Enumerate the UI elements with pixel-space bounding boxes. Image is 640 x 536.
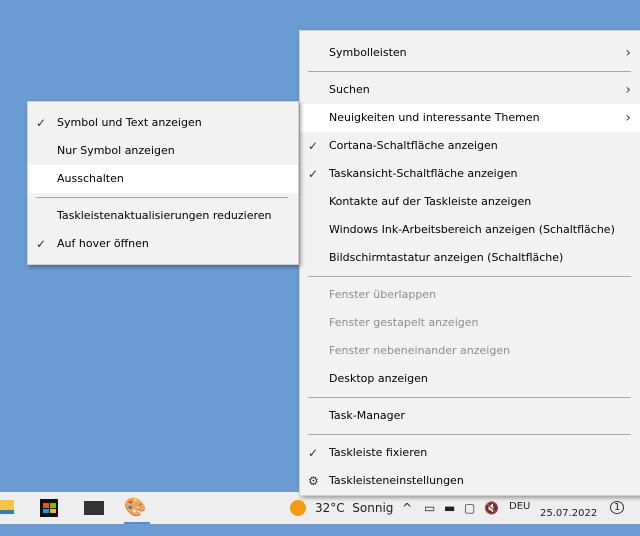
menu-item-fenster-gestapelt-anzeigen: Fenster gestapelt anzeigen [300,309,640,337]
checkmark-icon: ✓ [308,139,319,153]
menu-item-label: Fenster überlappen [329,288,437,301]
news-submenu: ✓ Symbol und Text anzeigen Nur Symbol anze… [27,101,299,265]
menu-item-label: Bildschirmtastatur anzeigen (Schaltfläch… [329,251,564,264]
menu-item-auf-hover-öffnen[interactable]: ✓ Auf hover öffnen [28,230,298,258]
menu-item-label: Kontakte auf der Taskleiste anzeigen [329,195,532,208]
menu-item-fenster-überlappen: Fenster überlappen [300,281,640,309]
menu-item-taskleiste-fixieren[interactable]: ✓ Taskleiste fixieren [300,439,640,467]
weather-sun-icon[interactable] [290,492,306,524]
menu-item-label: Fenster gestapelt anzeigen [329,316,479,329]
menu-divider [308,71,631,72]
date[interactable]: 25.07.2022 [540,492,597,524]
menu-item-taskansicht-schaltfläche-anzeigen[interactable]: ✓ Taskansicht-Schaltfläche anzeigen [300,160,640,188]
menu-item-label: Ausschalten [57,172,124,185]
menu-item-label: Auf hover öffnen [57,237,149,250]
notification-icon[interactable]: 1 [604,492,625,524]
menu-item-label: Taskleisteneinstellungen [329,474,464,487]
menu-item-symbolleisten[interactable]: Symbolleisten › [300,39,640,67]
checkmark-icon: ✓ [308,446,319,460]
battery-icon[interactable]: ▬ [444,492,455,524]
menu-item-ausschalten[interactable]: Ausschalten [28,165,298,193]
menu-item-neuigkeiten-und-interessante-themen[interactable]: Neuigkeiten und interessante Themen › [300,104,640,132]
store-icon[interactable] [40,492,60,524]
menu-item-label: Cortana-Schaltfläche anzeigen [329,139,498,152]
menu-item-label: Neuigkeiten und interessante Themen [329,111,540,124]
file-explorer-icon[interactable] [0,492,16,524]
chevron-right-icon: › [625,110,631,126]
taskbar: 🎨 32°C Sonnig ^ ▭ ▬ ▢ 🔇 DEU 25.07.2022 1 [0,492,640,524]
chevron-up-icon[interactable]: ^ [402,492,412,524]
menu-item-nur-symbol-anzeigen[interactable]: Nur Symbol anzeigen [28,137,298,165]
checkmark-icon: ✓ [308,167,319,181]
menu-item-task-manager[interactable]: Task-Manager [300,402,640,430]
menu-item-desktop-anzeigen[interactable]: Desktop anzeigen [300,365,640,393]
mail-icon[interactable] [84,492,106,524]
menu-item-label: Symbolleisten [329,46,407,59]
menu-item-suchen[interactable]: Suchen › [300,76,640,104]
menu-item-label: Taskleistenaktualisierungen reduzieren [57,209,272,222]
menu-item-taskleistenaktualisierungen-reduzieren[interactable]: Taskleistenaktualisierungen reduzieren [28,202,298,230]
menu-item-label: Nur Symbol anzeigen [57,144,175,157]
checkmark-icon: ✓ [36,237,47,251]
menu-item-label: Task-Manager [329,409,405,422]
menu-item-cortana-schaltfläche-anzeigen[interactable]: ✓ Cortana-Schaltfläche anzeigen [300,132,640,160]
menu-item-label: Taskansicht-Schaltfläche anzeigen [329,167,518,180]
menu-item-label: Suchen [329,83,370,96]
chevron-right-icon: › [625,82,631,98]
menu-item-taskleisteneinstellungen[interactable]: ⚙ Taskleisteneinstellungen [300,467,640,495]
volume-muted-icon[interactable]: 🔇 [484,492,499,524]
menu-divider [308,434,631,435]
language-indicator[interactable]: DEU [509,492,530,524]
menu-item-label: Symbol und Text anzeigen [57,116,202,129]
menu-item-symbol-und-text-anzeigen[interactable]: ✓ Symbol und Text anzeigen [28,109,298,137]
checkmark-icon: ✓ [36,116,47,130]
menu-item-label: Fenster nebeneinander anzeigen [329,344,511,357]
menu-item-windows-ink-arbeitsbereich-anzeigen-schaltfläche[interactable]: Windows Ink-Arbeitsbereich anzeigen (Sch… [300,216,640,244]
menu-item-fenster-nebeneinander-anzeigen: Fenster nebeneinander anzeigen [300,337,640,365]
menu-item-label: Taskleiste fixieren [329,446,428,459]
menu-divider [308,397,631,398]
weather-text[interactable]: 32°C Sonnig [315,492,393,524]
taskbar-context-menu: Symbolleisten › Suchen › Neuigkeiten und int… [299,30,640,496]
network-icon[interactable]: ▢ [464,492,475,524]
menu-item-label: Windows Ink-Arbeitsbereich anzeigen (Sch… [329,223,615,236]
chevron-right-icon: › [625,45,631,61]
meet-icon[interactable]: ▭ [424,492,435,524]
menu-item-kontakte-auf-der-taskleiste-anzeigen[interactable]: Kontakte auf der Taskleiste anzeigen [300,188,640,216]
menu-item-label: Desktop anzeigen [329,372,428,385]
gear-icon: ⚙ [308,474,319,488]
menu-divider [308,276,631,277]
menu-divider [36,197,288,198]
menu-item-bildschirmtastatur-anzeigen-schaltfläche[interactable]: Bildschirmtastatur anzeigen (Schaltfläch… [300,244,640,272]
paint-icon[interactable]: 🎨 [124,492,150,524]
notification-count: 1 [610,501,625,514]
